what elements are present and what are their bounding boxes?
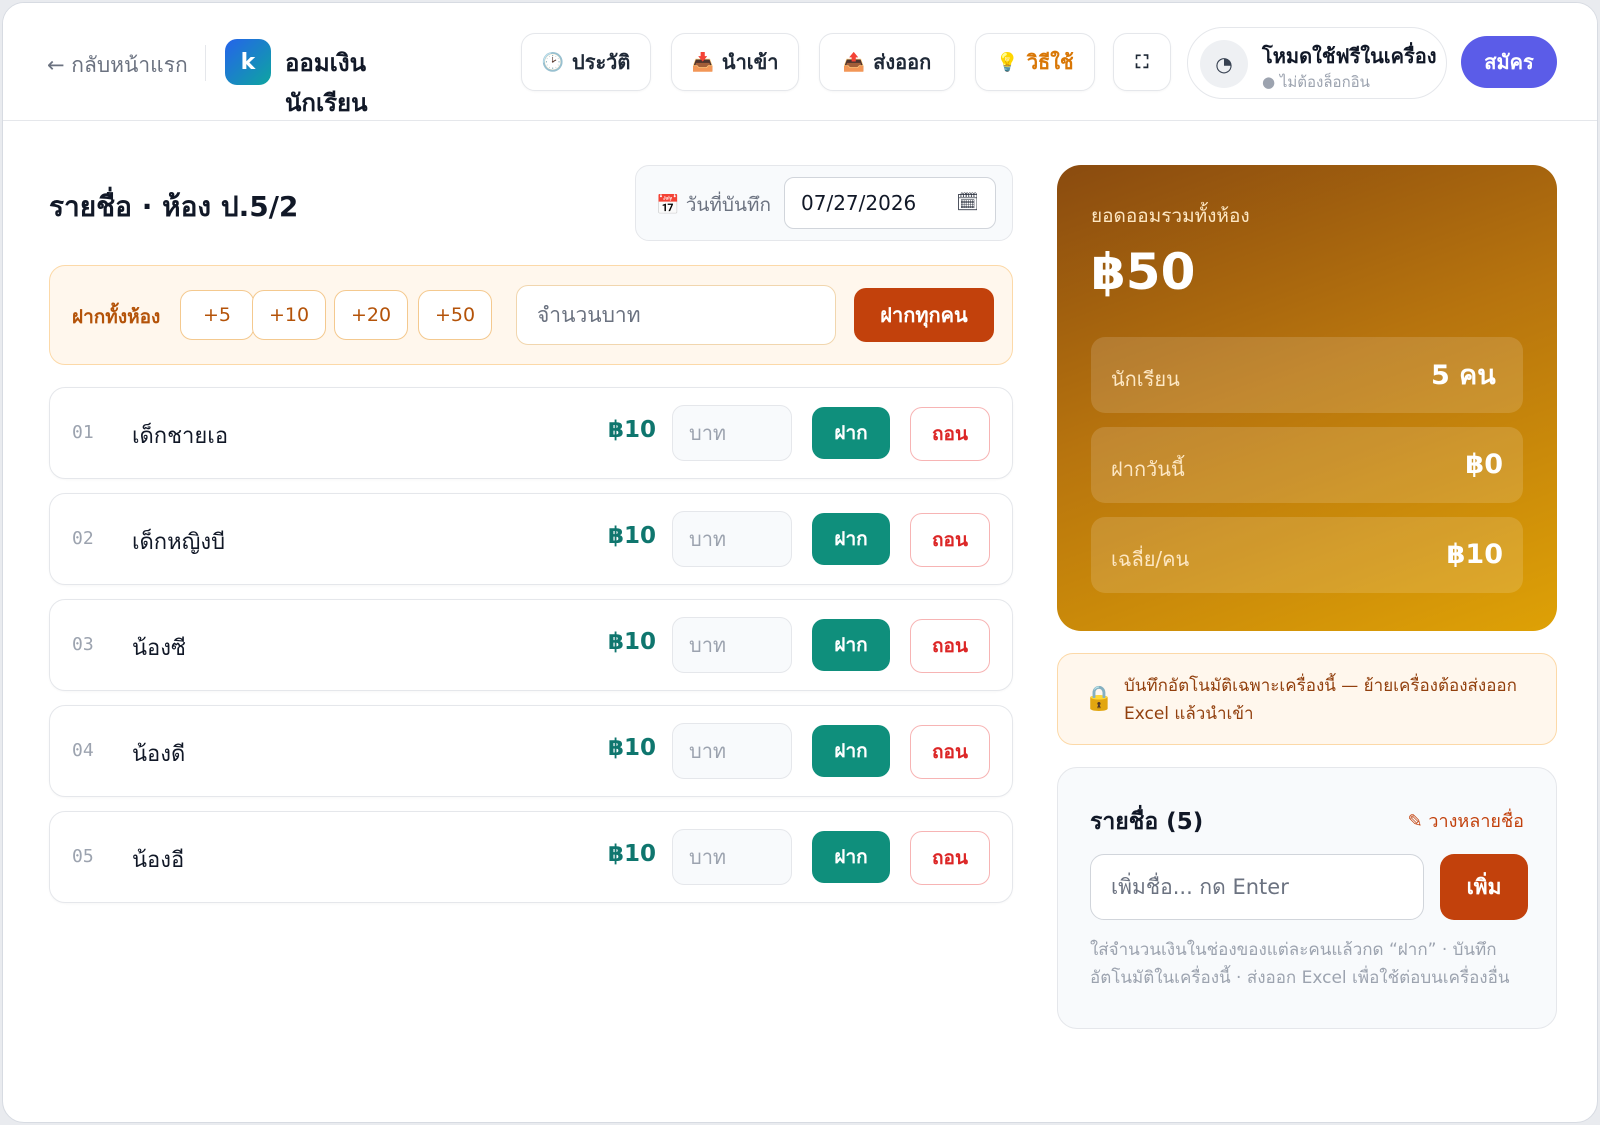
export-button[interactable]: 📤 ส่งออก xyxy=(819,33,955,91)
quick-amount-5[interactable]: +5 xyxy=(180,290,254,340)
lightbulb-icon: 💡 xyxy=(996,51,1019,73)
student-balance: ฿10 xyxy=(607,523,656,549)
pie-icon: ◔ xyxy=(1200,40,1248,88)
paste-names-link[interactable]: ✎ วางหลายชื่อ xyxy=(1408,806,1524,835)
divider xyxy=(205,45,206,81)
app-window: ← กลับหน้าแรก k ออมเงิน นักเรียน 🕑 ประวั… xyxy=(2,2,1598,1123)
row-number: 03 xyxy=(72,634,94,655)
withdraw-button[interactable]: ถอน xyxy=(910,407,990,461)
import-button[interactable]: 📥 นำเข้า xyxy=(671,33,799,91)
amount-input[interactable]: บาท xyxy=(672,829,792,885)
mode-subtitle: ● ไม่ต้องล็อกอิน xyxy=(1262,73,1370,91)
withdraw-button[interactable]: ถอน xyxy=(910,725,990,779)
import-icon: 📥 xyxy=(691,51,714,73)
stat-label: เฉลี่ย/คน xyxy=(1111,547,1190,571)
signup-button[interactable]: สมัคร xyxy=(1461,36,1557,88)
deposit-button[interactable]: ฝาก xyxy=(812,513,890,565)
stat-value: 5 คน xyxy=(1431,360,1496,391)
deposit-button[interactable]: ฝาก xyxy=(812,407,890,459)
student-balance: ฿10 xyxy=(607,417,656,443)
clock-icon: 🕑 xyxy=(541,51,564,73)
student-row: 05 น้องอี ฿10 บาท ฝาก ถอน xyxy=(49,811,1013,903)
stat-label: นักเรียน xyxy=(1111,367,1180,391)
quick-amount-50[interactable]: +50 xyxy=(418,290,492,340)
date-value: 07/27/2026 xyxy=(801,191,917,215)
student-row: 03 น้องซี ฿10 บาท ฝาก ถอน xyxy=(49,599,1013,691)
amount-input[interactable]: บาท xyxy=(672,511,792,567)
row-number: 01 xyxy=(72,422,94,443)
export-label: ส่งออก xyxy=(873,50,932,74)
student-name: น้องซี xyxy=(132,636,186,661)
add-name-button[interactable]: เพิ่ม xyxy=(1440,854,1528,920)
back-home-link[interactable]: ← กลับหน้าแรก xyxy=(47,49,188,82)
history-button[interactable]: 🕑 ประวัติ xyxy=(521,33,651,91)
student-balance: ฿10 xyxy=(607,735,656,761)
student-name: เด็กชายเอ xyxy=(132,424,229,449)
import-label: นำเข้า xyxy=(721,50,779,74)
row-number: 02 xyxy=(72,528,94,549)
student-name: เด็กหญิงบี xyxy=(132,530,226,555)
export-icon: 📤 xyxy=(842,51,866,73)
student-row: 01 เด็กชายเอ ฿10 บาท ฝาก ถอน xyxy=(49,387,1013,479)
help-text: ใส่จำนวนเงินในช่องของแต่ละคนแล้วกด “ฝาก”… xyxy=(1090,940,1510,988)
amount-input[interactable]: บาท xyxy=(672,405,792,461)
top-bar: ← กลับหน้าแรก k ออมเงิน นักเรียน 🕑 ประวั… xyxy=(3,3,1597,121)
student-balance: ฿10 xyxy=(607,841,656,867)
student-name: น้องอี xyxy=(132,848,185,873)
date-picker-box: 📅 วันที่บันทึก 07/27/2026 🗓 xyxy=(635,165,1013,241)
total-savings-card: ยอดออมรวมทั้งห้อง ฿50 นักเรียน 5 คน ฝากว… xyxy=(1057,165,1557,631)
calendar-icon[interactable]: 🗓 xyxy=(956,178,979,228)
total-value: ฿50 xyxy=(1091,243,1196,301)
local-mode-pill[interactable]: ◔ โหมดใช้ฟรีในเครื่อง ● ไม่ต้องล็อกอิน xyxy=(1187,27,1447,99)
bulk-deposit-bar: ฝากทั้งห้อง +5 +10 +20 +50 จำนวนบาท ฝากท… xyxy=(49,265,1013,365)
student-name: น้องดี xyxy=(132,742,186,767)
row-number: 05 xyxy=(72,846,94,867)
stat-average: เฉลี่ย/คน ฿10 xyxy=(1091,517,1523,593)
bulk-amount-input[interactable]: จำนวนบาท xyxy=(516,285,836,345)
date-label: 📅 วันที่บันทึก xyxy=(656,194,771,216)
help-label: วิธีใช้ xyxy=(1026,50,1074,74)
names-title: รายชื่อ (5) xyxy=(1090,809,1204,835)
deposit-button[interactable]: ฝาก xyxy=(812,831,890,883)
notice-text: บันทึกอัตโนมัติเฉพาะเครื่องนี้ — ย้ายเคร… xyxy=(1124,676,1517,724)
student-row: 04 น้องดี ฿10 บาท ฝาก ถอน xyxy=(49,705,1013,797)
withdraw-button[interactable]: ถอน xyxy=(910,513,990,567)
stat-students: นักเรียน 5 คน xyxy=(1091,337,1523,413)
deposit-button[interactable]: ฝาก xyxy=(812,725,890,777)
help-button[interactable]: 💡 วิธีใช้ xyxy=(975,33,1095,91)
add-name-input[interactable]: เพิ่มชื่อ... กด Enter xyxy=(1090,854,1424,920)
stat-deposited-today: ฝากวันนี้ ฿0 xyxy=(1091,427,1523,503)
lock-icon: 🔒 xyxy=(1084,684,1114,712)
quick-amount-10[interactable]: +10 xyxy=(252,290,326,340)
amount-input[interactable]: บาท xyxy=(672,617,792,673)
page-title: รายชื่อ · ห้อง ป.5/2 xyxy=(49,190,299,223)
student-balance: ฿10 xyxy=(607,629,656,655)
app-logo: k xyxy=(225,39,271,85)
stat-value: ฿10 xyxy=(1446,539,1503,570)
deposit-all-button[interactable]: ฝากทุกคน xyxy=(854,288,994,342)
history-label: ประวัติ xyxy=(572,50,631,74)
quick-amount-20[interactable]: +20 xyxy=(334,290,408,340)
stat-value: ฿0 xyxy=(1465,449,1503,480)
amount-input[interactable]: บาท xyxy=(672,723,792,779)
bulk-deposit-label: ฝากทั้งห้อง xyxy=(72,306,161,328)
fullscreen-icon: ⛶ xyxy=(1135,51,1149,73)
withdraw-button[interactable]: ถอน xyxy=(910,831,990,885)
total-label: ยอดออมรวมทั้งห้อง xyxy=(1091,205,1250,227)
app-title: ออมเงิน นักเรียน xyxy=(285,49,368,117)
local-save-notice: 🔒 บันทึกอัตโนมัติเฉพาะเครื่องนี้ — ย้ายเ… xyxy=(1057,653,1557,745)
names-card: รายชื่อ (5) ✎ วางหลายชื่อ เพิ่มชื่อ... ก… xyxy=(1057,767,1557,1029)
date-input[interactable]: 07/27/2026 🗓 xyxy=(784,177,996,229)
stat-label: ฝากวันนี้ xyxy=(1111,457,1185,481)
row-number: 04 xyxy=(72,740,94,761)
mode-title: โหมดใช้ฟรีในเครื่อง xyxy=(1262,44,1437,68)
fullscreen-button[interactable]: ⛶ xyxy=(1113,33,1171,91)
deposit-button[interactable]: ฝาก xyxy=(812,619,890,671)
withdraw-button[interactable]: ถอน xyxy=(910,619,990,673)
student-row: 02 เด็กหญิงบี ฿10 บาท ฝาก ถอน xyxy=(49,493,1013,585)
